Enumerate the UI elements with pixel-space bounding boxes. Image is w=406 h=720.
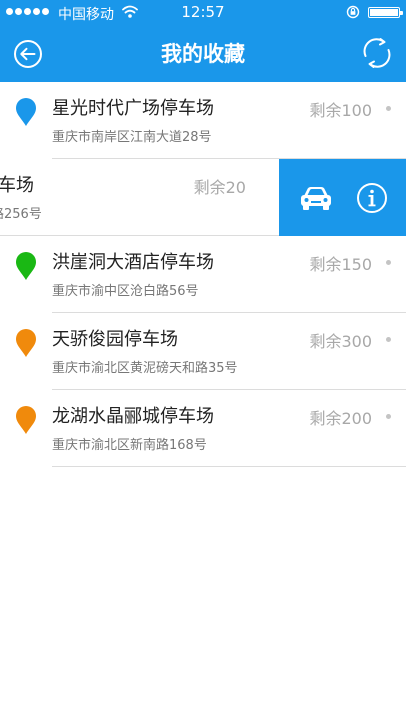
remaining-spaces: 剩余100 xyxy=(309,101,372,120)
list-item-content[interactable]: 龙湖水晶郦城停车场 剩余200 重庆市渝北区新南路168号 xyxy=(0,390,406,467)
battery-icon xyxy=(368,7,403,18)
lot-address: 坡区科园四路256号 xyxy=(0,207,42,222)
refresh-button[interactable] xyxy=(361,37,393,69)
list-item[interactable]: 洪崖洞大酒店停车场 剩余150 重庆市渝中区沧白路56号 xyxy=(0,236,406,313)
lot-address: 重庆市南岸区江南大道28号 xyxy=(52,130,212,145)
orange-pin-icon xyxy=(16,329,36,357)
list-item-content[interactable]: 天骄俊园停车场 剩余300 重庆市渝北区黄泥磅天和路35号 xyxy=(0,313,406,390)
remaining-spaces: 剩余200 xyxy=(309,409,372,428)
lot-name: 天骄俊园停车场 xyxy=(52,329,178,350)
status-dot xyxy=(386,106,391,111)
info-icon[interactable] xyxy=(355,181,389,215)
lot-address: 重庆市渝北区黄泥磅天和路35号 xyxy=(52,361,238,376)
list-item[interactable]: 龙湖水晶郦城停车场 剩余200 重庆市渝北区新南路168号 xyxy=(0,390,406,467)
car-icon[interactable] xyxy=(291,181,341,215)
status-bar: 中国移动 12:57 xyxy=(0,0,406,24)
divider xyxy=(52,466,406,467)
orange-pin-icon xyxy=(16,406,36,434)
green-pin-icon xyxy=(16,252,36,280)
swipe-actions xyxy=(279,159,406,236)
favorites-list: 星光时代广场停车场 剩余100 重庆市南岸区江南大道28号 湾酒店停车场 剩余2… xyxy=(0,82,406,467)
list-item-content[interactable]: 洪崖洞大酒店停车场 剩余150 重庆市渝中区沧白路56号 xyxy=(0,236,406,313)
list-item[interactable]: 星光时代广场停车场 剩余100 重庆市南岸区江南大道28号 xyxy=(0,82,406,159)
lot-address: 重庆市渝北区新南路168号 xyxy=(52,438,207,453)
status-dot xyxy=(386,260,391,265)
lot-name: 星光时代广场停车场 xyxy=(52,98,214,119)
lot-name: 湾酒店停车场 xyxy=(0,175,34,196)
rotation-lock-icon xyxy=(346,5,360,19)
list-item[interactable]: 天骄俊园停车场 剩余300 重庆市渝北区黄泥磅天和路35号 xyxy=(0,313,406,390)
lot-name: 洪崖洞大酒店停车场 xyxy=(52,252,214,273)
lot-name: 龙湖水晶郦城停车场 xyxy=(52,406,214,427)
page-title: 我的收藏 xyxy=(161,42,245,66)
remaining-spaces: 剩余150 xyxy=(309,255,372,274)
blue-pin-icon xyxy=(16,98,36,126)
remaining-spaces: 剩余300 xyxy=(309,332,372,351)
status-dot xyxy=(386,414,391,419)
remaining-spaces: 剩余20 xyxy=(193,178,246,197)
list-item-content[interactable]: 湾酒店停车场 剩余20 坡区科园四路256号 xyxy=(0,159,280,236)
lot-address: 重庆市渝中区沧白路56号 xyxy=(52,284,199,299)
header: 中国移动 12:57 我的收藏 xyxy=(0,0,406,82)
list-item-content[interactable]: 星光时代广场停车场 剩余100 重庆市南岸区江南大道28号 xyxy=(0,82,406,159)
status-dot xyxy=(386,337,391,342)
list-item[interactable]: 湾酒店停车场 剩余20 坡区科园四路256号 xyxy=(0,159,406,236)
